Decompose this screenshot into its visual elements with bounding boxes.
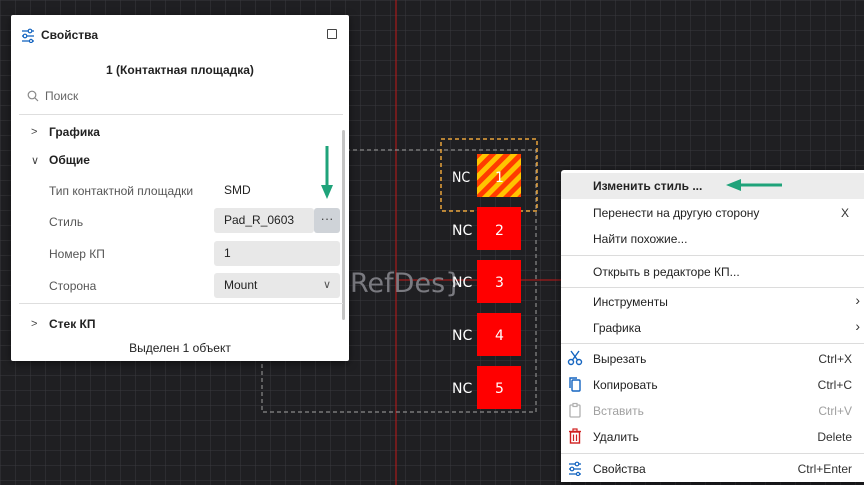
pad-3-net: NC [452,275,472,291]
menu-item-label: Изменить стиль ... [593,179,703,193]
prop-label-side: Сторона [49,279,97,293]
section-stack[interactable]: > Стек КП [31,317,96,331]
menu-separator [561,255,864,256]
menu-item-open-in-pad-editor[interactable]: Открыть в редакторе КП... [561,259,864,285]
pad-5-number: 5 [495,381,504,397]
context-menu: Изменить стиль ... Перенести на другую с… [561,170,864,482]
menu-item-move-to-other-side[interactable]: Перенести на другую сторону X [561,200,864,226]
style-more-button[interactable]: ··· [314,208,340,233]
menu-separator [561,287,864,288]
pad-5-net: NC [452,381,472,397]
pad-1-net: NC [452,170,470,186]
search-icon [27,90,39,102]
chevron-down-icon: ∨ [31,154,40,167]
pad-1-number: 1 [495,170,504,186]
prop-value-style[interactable]: Pad_R_0603 [214,208,314,233]
menu-item-label: Вставить [593,404,644,418]
annotation-arrow-down [321,146,333,199]
properties-panel: Свойства 1 (Контактная площадка) Поиск >… [11,15,349,361]
section-graphics-label: Графика [49,125,100,139]
copy-icon [569,377,581,392]
scrollbar[interactable] [342,130,345,320]
chevron-right-icon: › [855,292,860,308]
prop-label-pad-number: Номер КП [49,247,105,261]
menu-item-properties[interactable]: Свойства Ctrl+Enter [561,456,864,482]
menu-item-label: Открыть в редакторе КП... [593,265,740,279]
chevron-right-icon: > [31,318,38,330]
refdes-label[interactable]: RefDes} [350,268,462,299]
menu-item-label: Инструменты [593,295,668,309]
trash-icon [569,428,581,444]
prop-label-style: Стиль [49,215,84,229]
pad-4-number: 4 [495,328,504,344]
section-general[interactable]: ∨ Общие [31,153,90,167]
properties-icon [22,28,34,43]
maximize-button[interactable] [327,29,337,39]
menu-item-find-similar[interactable]: Найти похожие... [561,226,864,252]
chevron-right-icon: > [31,126,38,138]
menu-item-graphics[interactable]: Графика › [561,315,864,341]
pad-4-net: NC [452,328,472,344]
prop-value-pad-number[interactable]: 1 [214,241,340,266]
panel-divider [19,114,343,115]
prop-label-pad-type: Тип контактной площадки [49,184,194,198]
pad-2-number: 2 [495,223,504,239]
section-stack-label: Стек КП [49,317,96,331]
panel-title: Свойства [41,28,99,42]
chevron-down-icon: ∨ [322,279,331,291]
menu-item-change-style[interactable]: Изменить стиль ... [561,173,864,199]
section-general-label: Общие [49,153,90,167]
panel-divider [19,303,343,304]
menu-item-label: Графика [593,321,641,335]
menu-item-label: Найти похожие... [593,232,688,246]
menu-item-delete[interactable]: Удалить Delete [561,424,864,450]
menu-item-tools[interactable]: Инструменты › [561,289,864,315]
menu-item-label: Перенести на другую сторону [593,206,760,220]
search-placeholder: Поиск [45,89,79,103]
menu-item-shortcut: Ctrl+C [817,378,852,392]
chevron-right-icon: › [855,318,860,334]
pad-2-net: NC [452,223,472,239]
scissors-icon [567,350,583,366]
section-graphics[interactable]: > Графика [31,125,100,139]
annotation-arrow-left [726,179,782,191]
menu-item-label: Удалить [593,430,639,444]
menu-item-label: Копировать [593,378,658,392]
menu-separator [561,453,864,454]
menu-item-label: Свойства [593,462,646,476]
prop-value-side[interactable]: Mount ∨ [214,273,340,298]
pad-3-number: 3 [495,275,504,291]
properties-icon [569,461,581,476]
side-select-value: Mount [224,278,258,292]
selection-status: Выделен 1 объект [129,341,231,355]
menu-separator [561,343,864,344]
panel-subtitle: 1 (Контактная площадка) [106,63,254,77]
menu-item-shortcut: Ctrl+X [818,352,852,366]
menu-item-cut[interactable]: Вырезать Ctrl+X [561,346,864,372]
menu-item-shortcut: Delete [817,430,852,444]
menu-item-copy[interactable]: Копировать Ctrl+C [561,372,864,398]
paste-icon [569,402,581,418]
menu-item-shortcut: Ctrl+V [818,404,852,418]
menu-item-shortcut: Ctrl+Enter [797,462,852,476]
menu-item-shortcut: X [840,206,849,220]
search-input[interactable]: Поиск [27,89,78,103]
menu-item-paste[interactable]: Вставить Ctrl+V [561,398,864,424]
menu-item-label: Вырезать [593,352,647,366]
